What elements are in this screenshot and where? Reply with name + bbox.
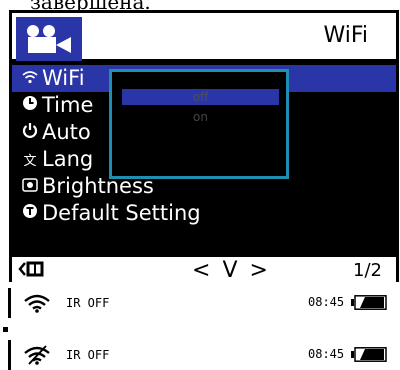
clock-time: 08:45 (308, 347, 345, 361)
divider (8, 288, 11, 318)
page-title: WiFi (323, 23, 368, 48)
popup-option-off[interactable]: off (122, 89, 279, 105)
menu-item-label: Auto (42, 120, 91, 144)
menu-item-label: Time (42, 93, 94, 117)
status-bar-wifi-on: IR OFF 08:45 (8, 288, 398, 318)
nav-down-button[interactable]: V (222, 258, 249, 283)
wifi-off-icon (24, 345, 50, 365)
clock-icon (20, 92, 40, 119)
battery-icon (351, 295, 387, 310)
brightness-icon (20, 173, 40, 200)
wifi-icon (20, 65, 40, 92)
status-bar-wifi-off: IR OFF 08:45 (8, 340, 398, 370)
menu-item-label: WiFi (42, 66, 85, 90)
nav-controls: <V> (192, 258, 280, 283)
back-icon[interactable] (18, 260, 44, 283)
menu-item-label: Lang (42, 147, 94, 171)
language-icon: 文 (23, 154, 37, 169)
menu-item-default-setting[interactable]: Default Setting (12, 200, 396, 227)
ir-status: IR OFF (66, 296, 110, 310)
divider (8, 340, 11, 370)
battery-icon (351, 347, 387, 362)
popup-option-on[interactable]: on (122, 109, 279, 125)
wifi-popup: off on (109, 69, 289, 179)
reset-icon (20, 200, 40, 227)
footer-bar: <V> 1/2 (12, 255, 396, 283)
page-indicator: 1/2 (353, 260, 382, 281)
nav-right-button[interactable]: > (250, 258, 280, 283)
clock-time: 08:45 (308, 295, 345, 309)
bullet-dot (3, 327, 8, 332)
device-screen: WiFi WiFi Time Auto 文 Lang Brightness De… (9, 10, 399, 283)
camera-icon (16, 17, 82, 61)
ir-status: IR OFF (66, 348, 110, 362)
nav-left-button[interactable]: < (192, 258, 222, 283)
wifi-icon (24, 294, 50, 313)
header-bar: WiFi (12, 13, 396, 62)
menu-item-label: Default Setting (42, 201, 201, 225)
power-icon (20, 119, 40, 146)
